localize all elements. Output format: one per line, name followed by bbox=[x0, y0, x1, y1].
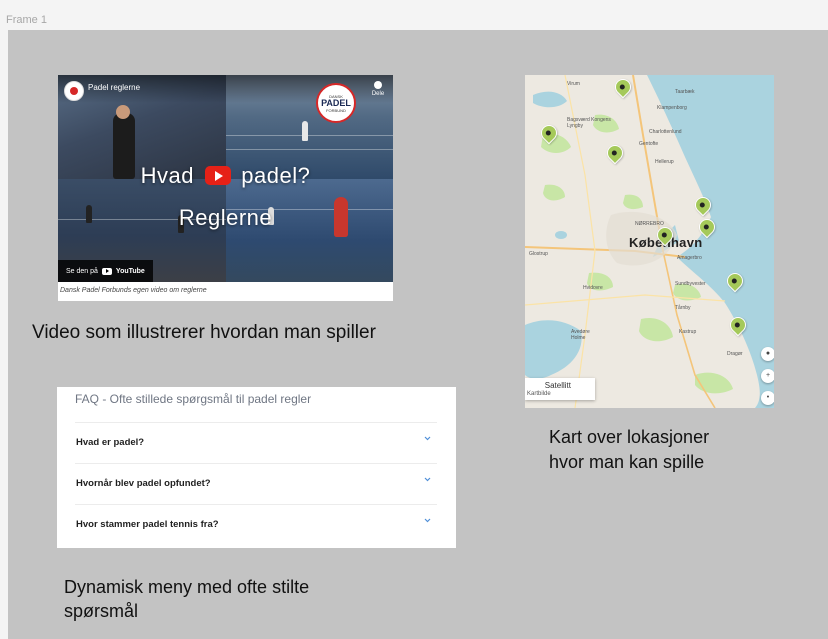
map-label: Avedøre Holme bbox=[571, 329, 590, 341]
map-label: Hellerup bbox=[655, 159, 674, 165]
faq-question: Hvor stammer padel tennis fra? bbox=[76, 519, 219, 530]
map-label: Hvidovre bbox=[583, 285, 603, 291]
overlay-text: padel? bbox=[241, 163, 311, 188]
map-label: NØRREBRO bbox=[635, 221, 664, 227]
faq-panel: FAQ - Ofte stillede spørgsmål til padel … bbox=[57, 387, 456, 548]
kartbilde-label: Kartbilde bbox=[527, 391, 551, 397]
faq-title: FAQ - Ofte stillede spørgsmål til padel … bbox=[75, 392, 312, 406]
faq-item[interactable]: Hvad er padel? bbox=[75, 422, 437, 463]
map-label: Taarbæk bbox=[675, 89, 695, 95]
map-label: Kastrup bbox=[679, 329, 697, 335]
map-heading: Kart over lokasjoner hvor man kan spille bbox=[549, 425, 789, 475]
video-player[interactable]: Padel reglerne DANSK PADEL FORBUND Dele … bbox=[58, 75, 393, 282]
chevron-down-icon[interactable] bbox=[424, 517, 431, 524]
faq-heading-line: spørsmål bbox=[64, 601, 139, 621]
padel-forbund-logo: DANSK PADEL FORBUND bbox=[316, 83, 356, 123]
youtube-wordmark: YouTube bbox=[115, 267, 145, 275]
map-heading-line: hvor man kan spille bbox=[549, 452, 705, 472]
faq-heading-line: Dynamisk meny med ofte stilte bbox=[64, 577, 310, 597]
channel-avatar[interactable] bbox=[64, 81, 84, 101]
youtube-play-icon[interactable] bbox=[204, 166, 231, 186]
video-overlay-title: Hvad padel? bbox=[58, 163, 393, 189]
faq-item[interactable]: Hvor stammer padel tennis fra? bbox=[75, 504, 437, 545]
video-title[interactable]: Padel reglerne bbox=[88, 83, 140, 92]
share-button[interactable]: Dele bbox=[365, 81, 391, 97]
map-label: Sundbyvester bbox=[675, 281, 706, 287]
chevron-down-icon[interactable] bbox=[424, 435, 431, 442]
map-label: Klampenborg bbox=[657, 105, 687, 111]
map-label: Tårnby bbox=[675, 305, 691, 311]
faq-question: Hvornår blev padel opfundet? bbox=[76, 478, 211, 489]
video-card: Padel reglerne DANSK PADEL FORBUND Dele … bbox=[58, 75, 393, 301]
faq-heading: Dynamisk meny med ofte stilte spørsmål bbox=[64, 575, 404, 623]
video-caption: Dansk Padel Forbunds egen video om regle… bbox=[60, 287, 207, 294]
overlay-text: Hvad bbox=[140, 163, 195, 188]
video-heading: Video som illustrerer hvordan man spille… bbox=[32, 322, 376, 343]
map-label: Glostrup bbox=[529, 251, 548, 257]
share-icon bbox=[374, 81, 382, 89]
map-label: Dragør bbox=[727, 351, 743, 357]
zoom-out-icon[interactable]: • bbox=[761, 391, 774, 405]
street-view-icon[interactable]: ● bbox=[761, 347, 774, 361]
map-label: Charlottenlund bbox=[649, 129, 682, 135]
player-figure bbox=[302, 121, 308, 141]
watch-on-label: Se den på bbox=[66, 267, 98, 275]
map-heading-line: Kart over lokasjoner bbox=[549, 427, 710, 447]
satellite-toggle-button[interactable]: Satellitt Kartbilde bbox=[525, 378, 595, 400]
map-label: Amagerbro bbox=[677, 255, 702, 261]
watch-on-youtube-button[interactable]: Se den på YouTube bbox=[58, 260, 153, 282]
location-map[interactable]: Virum Taarbæk Klampenborg Bagsværd Konge… bbox=[525, 75, 774, 408]
frame-label: Frame 1 bbox=[6, 14, 47, 26]
satellite-label: Satellitt bbox=[544, 381, 571, 390]
share-label: Dele bbox=[371, 91, 385, 97]
player-figure bbox=[116, 105, 130, 119]
map-label: Bagsværd Kongens Lyngby bbox=[567, 117, 611, 129]
logo-text: PADEL bbox=[321, 97, 351, 108]
zoom-in-icon[interactable]: + bbox=[761, 369, 774, 383]
video-overlay-subtitle: Reglerne bbox=[178, 205, 273, 230]
map-label: Virum bbox=[567, 81, 580, 87]
map-label: Gentofte bbox=[639, 141, 659, 147]
faq-item[interactable]: Hvornår blev padel opfundet? bbox=[75, 463, 437, 504]
faq-question: Hvad er padel? bbox=[76, 437, 145, 448]
chevron-down-icon[interactable] bbox=[424, 476, 431, 483]
youtube-icon bbox=[101, 267, 112, 275]
logo-text: FORBUND bbox=[326, 107, 346, 113]
